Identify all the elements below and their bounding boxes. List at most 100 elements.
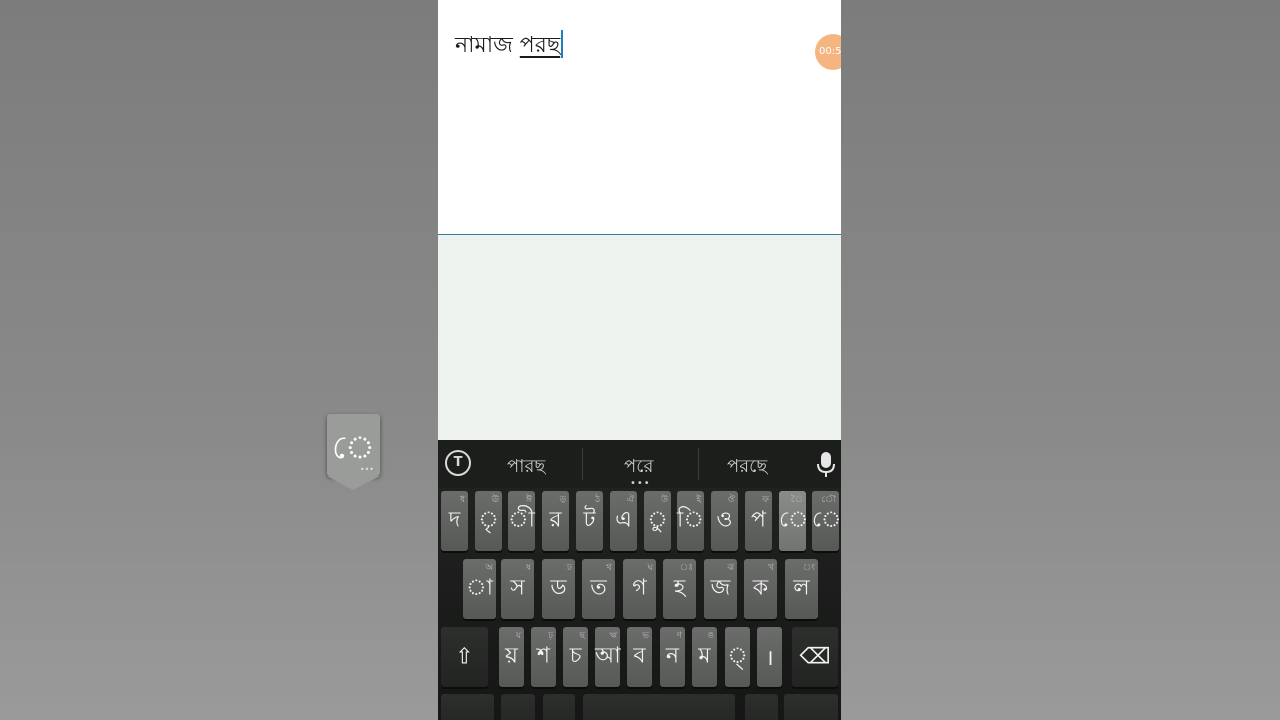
key-row1-6[interactable]: ু উ <box>644 491 671 551</box>
key-row1-0[interactable]: দধ <box>441 491 468 551</box>
key-row1-4[interactable]: টঠ <box>576 491 603 551</box>
editor-content[interactable]: নামাজ পরছ <box>455 28 564 65</box>
key-row3-7[interactable]: ্ <box>725 627 750 687</box>
bottom-row-key-3[interactable] <box>583 694 735 720</box>
key-hint: ঐ <box>626 495 634 505</box>
bottom-row-key-5[interactable] <box>784 694 838 720</box>
key-row1-7[interactable]: ি ই <box>677 491 704 551</box>
key-row2-7[interactable]: কখ <box>744 559 777 619</box>
suggestion-divider <box>582 448 583 480</box>
key-row2-3[interactable]: তথ <box>582 559 615 619</box>
key-label: ি <box>677 507 704 533</box>
key-hint: ই <box>696 495 701 505</box>
key-label: ী <box>508 507 535 533</box>
suggestion-divider <box>698 448 699 480</box>
key-label: এ <box>615 507 632 533</box>
key-hint: অ <box>485 563 493 573</box>
key-row3-8[interactable]: । <box>757 627 782 687</box>
key-hint: ঝ <box>727 563 734 573</box>
key-hint: ঢ় <box>548 631 553 641</box>
soft-keyboard: T পারছ পরে ••• পরছে দ ধৃ ঊী ঈ র ড় ট ঠ এ ঐু উি ই ও ঔ প… <box>438 440 841 720</box>
key-row3-6[interactable]: মঙ <box>692 627 717 687</box>
key-label: ও <box>716 507 733 533</box>
key-hint: ৌ <box>821 495 836 505</box>
suggestion-1[interactable]: পারছ <box>507 452 545 483</box>
key-row3-2[interactable]: চছ <box>563 627 588 687</box>
key-hint: উ <box>660 495 668 505</box>
key-label: স <box>510 575 525 601</box>
key-row1-8[interactable]: ওঔ <box>711 491 738 551</box>
key-row2-2[interactable]: ডঢ <box>542 559 575 619</box>
key-hint: ৈ <box>790 495 803 505</box>
key-row1-1[interactable]: ৃ ঊ <box>475 491 502 551</box>
key-label: হ <box>673 575 686 601</box>
key-row2-0[interactable]: া অ <box>463 559 496 619</box>
key-row2-8[interactable]: লং <box>785 559 818 619</box>
key-label: । <box>765 646 774 671</box>
composing-text: পরছ <box>519 33 561 58</box>
key-hint: ছ <box>579 631 585 641</box>
more-suggestions-indicator[interactable]: ••• <box>630 478 651 489</box>
key-hint: ঘ <box>647 563 653 573</box>
key-hint: ং <box>802 563 815 573</box>
key-row2-5[interactable]: হঃ <box>663 559 696 619</box>
key-preview-popup: ে ••• <box>327 414 380 476</box>
key-row3-4[interactable]: বভ <box>627 627 652 687</box>
key-label: ড <box>550 575 567 601</box>
bottom-row-key-2[interactable] <box>543 694 575 720</box>
phone-screen: নামাজ পরছ 00:5 T পারছ পরে ••• পরছে দ ধৃ ঊী… <box>438 0 841 720</box>
key-preview-tail <box>327 476 380 490</box>
key-row1-5[interactable]: এঐ <box>610 491 637 551</box>
key-label: য় <box>505 643 518 669</box>
key-label: া <box>466 575 493 601</box>
key-label: প <box>751 507 766 533</box>
key-label: ত <box>590 575 607 601</box>
key-row1-9[interactable]: পফ <box>745 491 772 551</box>
key-row1-10[interactable]: েৈ <box>779 491 809 551</box>
key-hint: ড় <box>559 495 566 505</box>
key-row2-1[interactable]: সষ <box>501 559 534 619</box>
key-label: ম <box>698 643 711 669</box>
bottom-row-key-4[interactable] <box>745 694 778 720</box>
key-row2-4[interactable]: গঘ <box>623 559 656 619</box>
transliteration-toggle-icon[interactable]: T <box>445 450 471 476</box>
text-editor[interactable]: নামাজ পরছ 00:5 <box>438 0 841 235</box>
key-label: গ <box>632 575 647 601</box>
key-label: শ <box>536 643 551 669</box>
key-hint: ঃ <box>679 563 693 573</box>
backspace-key[interactable]: ⌫ <box>792 627 838 687</box>
key-row1-11[interactable]: োৌ <box>812 491 841 551</box>
key-hint: ঊ <box>491 495 499 505</box>
suggestion-3[interactable]: পরছে <box>727 452 767 483</box>
backspace-icon: ⌫ <box>799 644 831 670</box>
committed-text: নামাজ <box>455 33 520 58</box>
key-label: ন <box>665 643 680 669</box>
key-row3-1[interactable]: শ ঢ় <box>531 627 556 687</box>
text-cursor <box>561 30 564 58</box>
key-hint: ণ <box>676 631 682 641</box>
key-label: ে <box>779 507 809 533</box>
key-label: চ <box>569 643 582 669</box>
microphone-icon[interactable] <box>814 450 838 478</box>
key-label: ব <box>633 643 646 669</box>
key-label: ৃ <box>478 507 499 533</box>
key-hint: ঔ <box>727 495 735 505</box>
key-label: ট <box>583 507 596 533</box>
key-hint: ঋ <box>609 631 617 641</box>
key-row1-2[interactable]: ী ঈ <box>508 491 535 551</box>
key-label: ো <box>812 507 841 533</box>
bottom-row-key-1[interactable] <box>501 694 535 720</box>
bottom-row-key-0[interactable] <box>441 694 494 720</box>
key-row2-6[interactable]: জঝ <box>704 559 737 619</box>
key-row3-5[interactable]: নণ <box>660 627 685 687</box>
key-hint: ষ <box>526 563 531 573</box>
shift-key[interactable]: ⇧ <box>441 627 488 687</box>
recording-timer-badge[interactable]: 00:5 <box>815 34 841 70</box>
key-row1-3[interactable]: র ড় <box>542 491 569 551</box>
key-row3-0[interactable]: য় য <box>499 627 524 687</box>
key-hint: খ <box>768 563 774 573</box>
key-label: দ <box>448 507 461 533</box>
key-row3-3[interactable]: আঋ <box>595 627 621 687</box>
key-label: আ <box>595 643 621 669</box>
key-hint: ধ <box>459 495 465 505</box>
